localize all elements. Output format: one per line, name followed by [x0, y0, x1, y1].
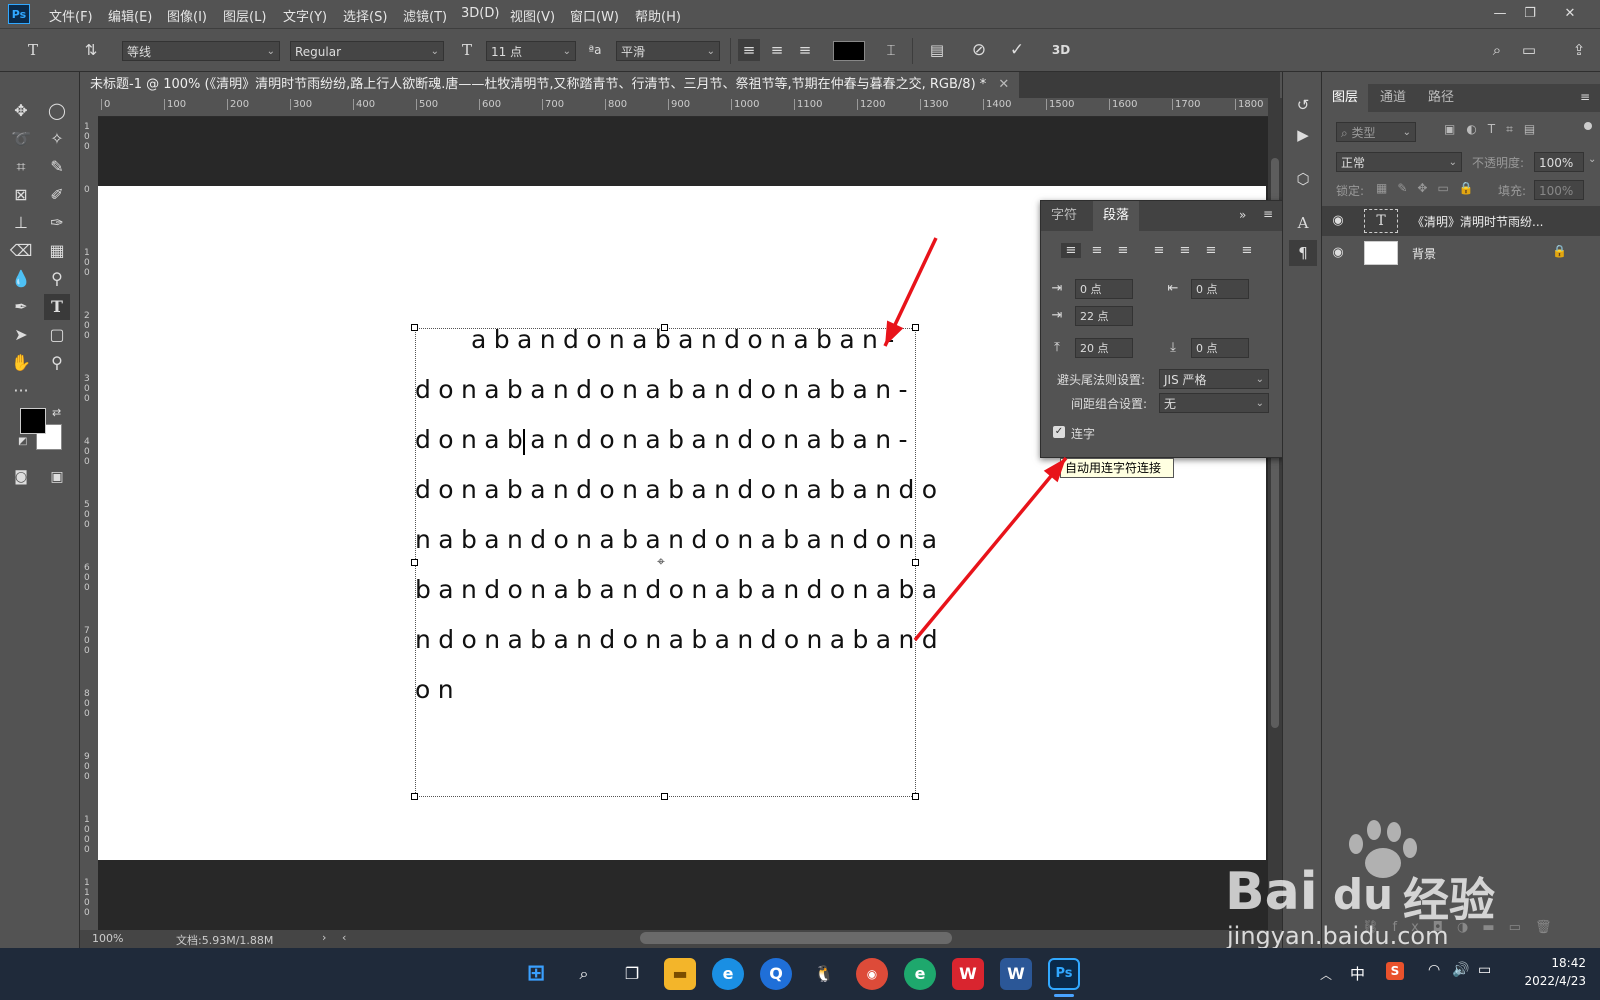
watermark: Bai du 经验 jingyan.baidu.com — [1225, 820, 1570, 950]
file-explorer-icon[interactable]: ▬ — [664, 958, 696, 990]
watermark-cn: 经验 — [1403, 873, 1495, 927]
clock-time[interactable]: 18:42 — [1520, 956, 1586, 970]
volume-icon[interactable]: 🔊 — [1452, 962, 1469, 978]
task-view-icon[interactable]: ❐ — [616, 958, 648, 990]
edge-icon[interactable]: e — [904, 958, 936, 990]
search-icon[interactable]: ⌕ — [568, 958, 600, 990]
chrome-icon[interactable]: ◉ — [856, 958, 888, 990]
battery-icon[interactable]: ▭ — [1478, 962, 1491, 978]
qq-browser-icon[interactable]: Q — [760, 958, 792, 990]
wps-icon[interactable]: W — [952, 958, 984, 990]
wifi-icon[interactable]: ◠ — [1428, 962, 1440, 978]
qq-icon[interactable]: 🐧 — [808, 958, 840, 990]
sogou-icon[interactable]: S — [1386, 962, 1404, 980]
active-indicator — [1054, 994, 1074, 997]
photoshop-taskbar-icon[interactable]: Ps — [1048, 958, 1080, 990]
watermark-brand-du: du — [1333, 870, 1393, 919]
chevron-up-icon[interactable]: ︿ — [1320, 966, 1332, 983]
watermark-brand: Bai — [1225, 862, 1318, 922]
clock-date[interactable]: 2022/4/23 — [1506, 974, 1586, 988]
watermark-url: jingyan.baidu.com — [1227, 922, 1449, 950]
ime-indicator[interactable]: 中 — [1350, 963, 1365, 984]
arrow-to-hyphenate-checkbox-shaft — [913, 456, 1068, 642]
taskbar: ⊞ ⌕ ❐ ▬ e Q 🐧 ◉ e W W Ps ︿ 中 S ◠ 🔊 ▭ 18:… — [0, 948, 1600, 1000]
word-icon[interactable]: W — [1000, 958, 1032, 990]
arrow-to-hyphen-head — [885, 320, 904, 346]
foreground-color[interactable] — [20, 408, 46, 434]
windows-start-icon[interactable]: ⊞ — [520, 958, 552, 990]
ie-browser-icon[interactable]: e — [712, 958, 744, 990]
